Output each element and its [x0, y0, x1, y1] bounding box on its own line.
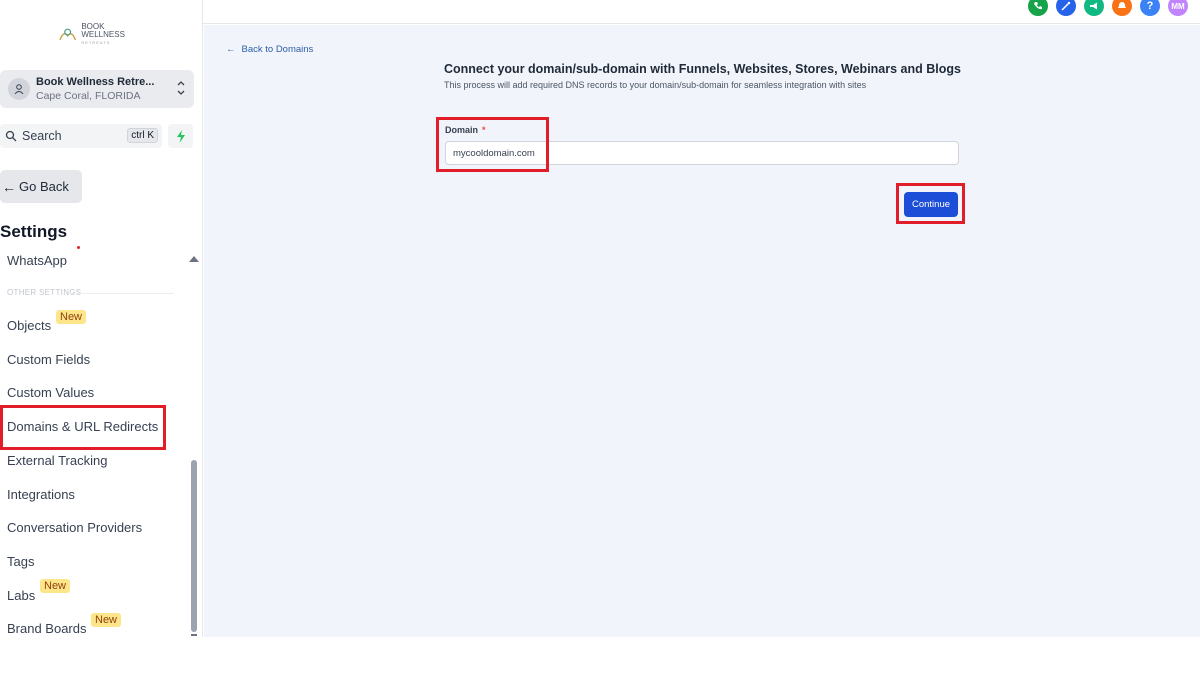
sidebar-item-objects[interactable]: Objects: [7, 318, 51, 333]
new-badge: New: [91, 613, 122, 627]
highlight-box-domains: [0, 405, 166, 450]
search-box[interactable]: Search ctrl K: [0, 124, 162, 148]
arrow-left-icon: ←: [2, 178, 16, 195]
search-shortcut: ctrl K: [127, 128, 158, 143]
location-avatar: [8, 78, 30, 100]
notification-dot: [77, 246, 80, 249]
sidebar-item-whatsapp[interactable]: WhatsApp: [7, 253, 67, 268]
search-label: Search: [22, 129, 62, 143]
account-switcher[interactable]: Book Wellness Retre... Cape Coral, FLORI…: [0, 70, 194, 108]
section-divider: [70, 293, 174, 294]
chevron-updown-icon: [177, 81, 185, 95]
search-icon: [5, 130, 17, 142]
account-location: Cape Coral, FLORIDA: [36, 90, 141, 102]
help-icon[interactable]: ?: [1140, 0, 1160, 16]
app-root: BOOK WELLNESS RETREATS Book Wellness Ret…: [0, 0, 1200, 687]
sidebar-scrollbar-thumb[interactable]: [191, 460, 197, 632]
highlight-box-continue: [896, 183, 965, 224]
settings-title: Settings: [0, 222, 68, 241]
logo-icon: [59, 28, 77, 41]
user-avatar[interactable]: MM: [1168, 0, 1188, 16]
sidebar-item-external-tracking[interactable]: External Tracking: [7, 453, 107, 468]
sidebar-item-labs[interactable]: Labs: [7, 588, 35, 603]
sidebar: BOOK WELLNESS RETREATS Book Wellness Ret…: [0, 0, 203, 637]
scroll-up-arrow-icon[interactable]: [189, 256, 199, 262]
lightning-icon: [176, 129, 185, 143]
sidebar-item-conversation-providers[interactable]: Conversation Providers: [7, 520, 142, 535]
sidebar-item-custom-fields[interactable]: Custom Fields: [7, 352, 90, 367]
quick-action-button[interactable]: [168, 124, 193, 148]
account-name: Book Wellness Retre...: [36, 76, 155, 88]
page-description: This process will add required DNS recor…: [444, 80, 867, 90]
main-content: ← Back to Domains Connect your domain/sub…: [204, 25, 1200, 637]
phone-icon[interactable]: [1028, 0, 1048, 16]
arrow-left-icon: ←: [226, 44, 236, 55]
back-to-domains-link[interactable]: ← Back to Domains: [226, 44, 313, 55]
megaphone-icon[interactable]: [1084, 0, 1104, 16]
top-bar: ? MM: [203, 0, 1200, 24]
magic-icon[interactable]: [1056, 0, 1076, 16]
new-badge: New: [56, 310, 87, 324]
scroll-down-arrow-icon[interactable]: [191, 634, 197, 636]
sidebar-item-integrations[interactable]: Integrations: [7, 487, 75, 502]
page-title: Connect your domain/sub-domain with Funn…: [444, 62, 961, 76]
highlight-box-domain: [436, 117, 549, 172]
user-pin-icon: [14, 84, 24, 95]
brand-logo[interactable]: BOOK WELLNESS RETREATS: [58, 22, 148, 46]
brand-name: BOOK WELLNESS: [81, 22, 125, 39]
go-back-label: Go Back: [19, 179, 69, 194]
sidebar-item-tags[interactable]: Tags: [7, 554, 34, 569]
bell-icon[interactable]: [1112, 0, 1132, 16]
go-back-button[interactable]: ← Go Back: [0, 170, 82, 203]
back-link-label: Back to Domains: [241, 44, 314, 55]
sidebar-item-brand-boards[interactable]: Brand Boards: [7, 621, 87, 636]
sidebar-item-custom-values[interactable]: Custom Values: [7, 385, 94, 400]
new-badge: New: [40, 579, 71, 593]
brand-tagline: RETREATS: [81, 40, 111, 45]
